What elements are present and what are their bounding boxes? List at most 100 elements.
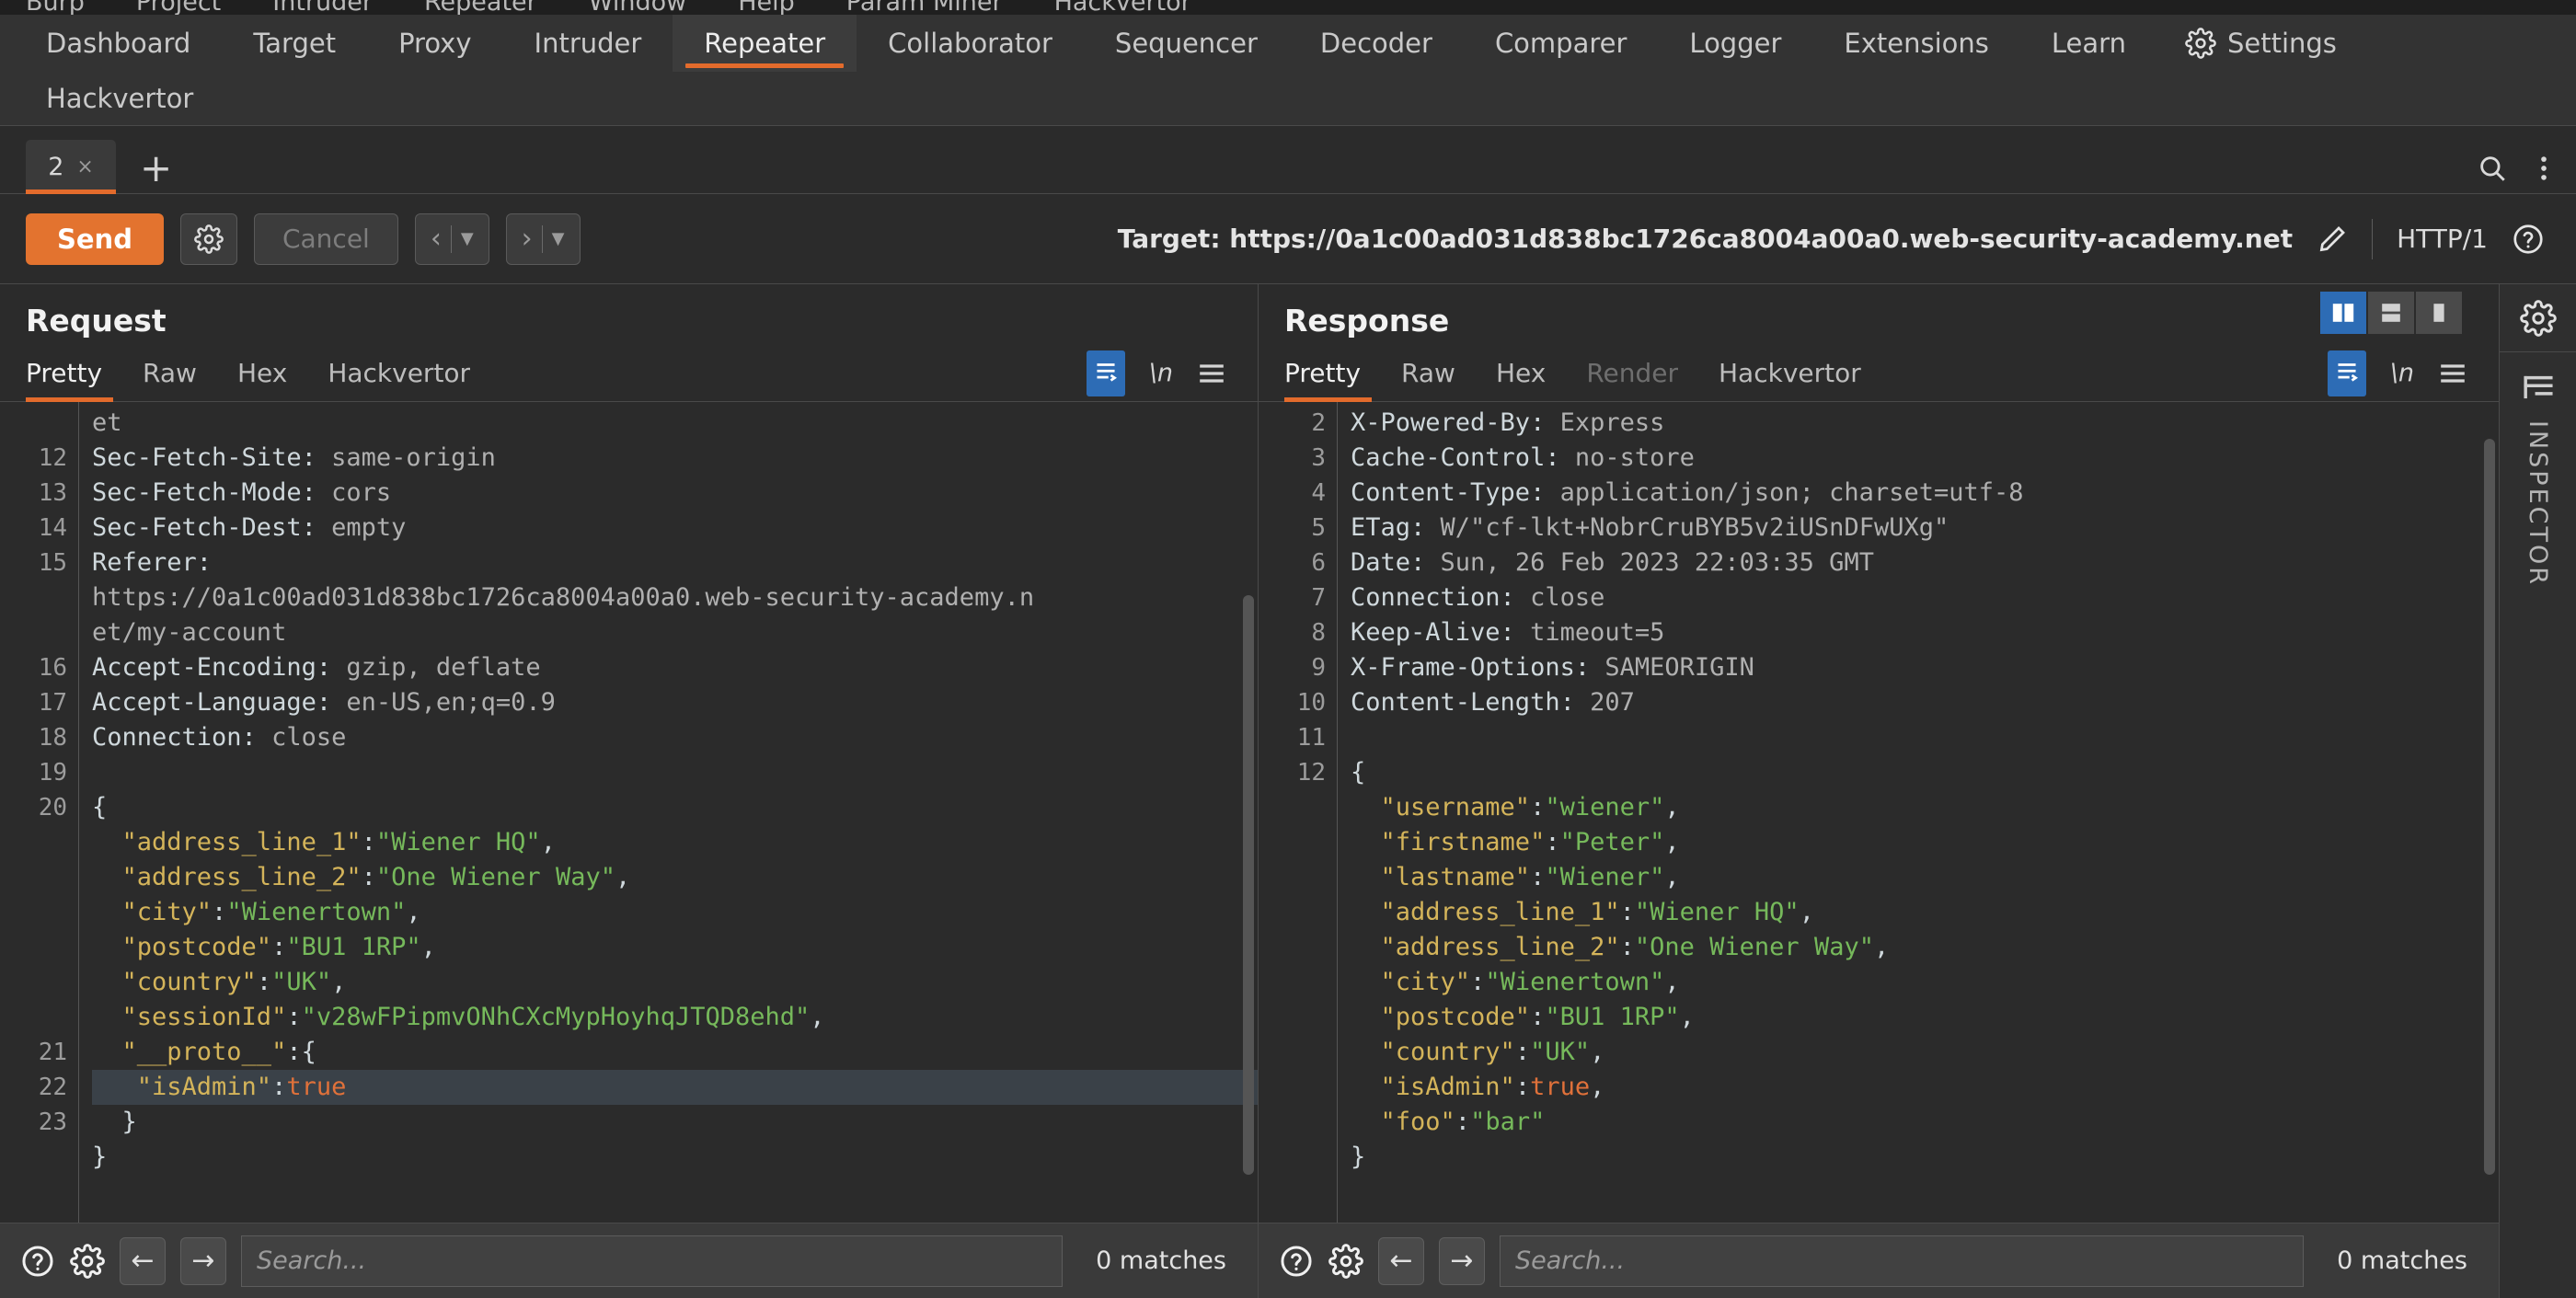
code-line[interactable]: Content-Length: 207 (1351, 685, 2499, 720)
response-search-input[interactable]: Search... (1500, 1235, 2305, 1287)
code-line[interactable]: Sec-Fetch-Dest: empty (92, 511, 1258, 546)
repeater-tab-2[interactable]: 2 × (26, 140, 116, 194)
menu-item-window[interactable]: Window (589, 0, 686, 15)
request-tab-hackvertor[interactable]: Hackvertor (307, 345, 490, 402)
menu-item-project[interactable]: Project (136, 0, 221, 15)
request-code[interactable]: et Sec-Fetch-Site: same-origin Sec-Fetch-M… (79, 402, 1258, 1223)
code-line[interactable]: Date: Sun, 26 Feb 2023 22:03:35 GMT (1351, 546, 2499, 580)
code-line[interactable]: "country":"UK", (92, 965, 1258, 1000)
code-line[interactable]: "country":"UK", (1351, 1035, 2499, 1070)
send-button[interactable]: Send (26, 213, 164, 265)
code-line[interactable]: https://0a1c00ad031d838bc1726ca8004a00a0… (92, 580, 1258, 615)
response-editor[interactable]: 2 3 4 5 6 7 8 9 10 11 12 X-Powered-By: Express Cach… (1259, 402, 2499, 1223)
arrow-right-icon[interactable]: → (180, 1236, 226, 1285)
menu-item-hackvertor[interactable]: Hackvertor (1054, 0, 1191, 15)
code-line[interactable]: Connection: close (92, 720, 1258, 755)
tab-sequencer[interactable]: Sequencer (1084, 15, 1289, 72)
single-pane-icon[interactable] (2416, 292, 2462, 334)
code-line[interactable]: } (92, 1140, 1258, 1175)
kebab-menu-icon[interactable] (2539, 153, 2548, 184)
response-tab-hex[interactable]: Hex (1476, 345, 1566, 402)
search-icon[interactable] (2477, 153, 2508, 184)
code-line[interactable]: { (92, 790, 1258, 825)
code-line[interactable]: "firstname":"Peter", (1351, 825, 2499, 860)
code-line[interactable]: "postcode":"BU1 1RP", (92, 930, 1258, 965)
cancel-button[interactable]: Cancel (253, 213, 398, 265)
code-line[interactable]: X-Powered-By: Express (1351, 406, 2499, 441)
code-line[interactable]: Connection: close (1351, 580, 2499, 615)
protocol-label[interactable]: HTTP/1 (2397, 224, 2488, 254)
code-line[interactable]: } (1351, 1140, 2499, 1175)
tab-comparer[interactable]: Comparer (1464, 15, 1658, 72)
tab-collaborator[interactable]: Collaborator (857, 15, 1084, 72)
caret-down-icon[interactable]: ▼ (552, 229, 565, 248)
tab-repeater[interactable]: Repeater (673, 15, 857, 72)
word-wrap-icon[interactable] (1086, 350, 1125, 396)
code-line[interactable]: Sec-Fetch-Site: same-origin (92, 441, 1258, 476)
code-line[interactable]: } (92, 1105, 1258, 1140)
arrow-left-icon[interactable]: ← (1378, 1236, 1424, 1285)
menu-item-help[interactable]: Help (738, 0, 795, 15)
response-tab-raw[interactable]: Raw (1381, 345, 1476, 402)
code-line[interactable]: "isAdmin":true, (1351, 1070, 2499, 1105)
response-scrollbar[interactable] (2484, 439, 2495, 1175)
tab-settings[interactable]: Settings (2157, 15, 2361, 72)
code-line[interactable]: et (92, 406, 1258, 441)
code-line[interactable]: "address_line_2":"One Wiener Way", (1351, 930, 2499, 965)
word-wrap-icon[interactable] (2327, 350, 2366, 396)
response-code[interactable]: X-Powered-By: Express Cache-Control: no-s… (1338, 402, 2499, 1223)
hamburger-menu-icon[interactable] (1197, 362, 1226, 385)
code-line[interactable]: "address_line_1":"Wiener HQ", (92, 825, 1258, 860)
newline-toggle[interactable]: \n (2390, 359, 2414, 387)
code-line[interactable]: ETag: W/"cf-lkt+NobrCruBYB5v2iUSnDFwUXg" (1351, 511, 2499, 546)
request-tab-raw[interactable]: Raw (122, 345, 217, 402)
menu-item-burp[interactable]: Burp (26, 0, 85, 15)
menu-item-intruder[interactable]: Intruder (272, 0, 373, 15)
inspector-settings-button[interactable] (2500, 284, 2576, 352)
code-line[interactable]: "__proto__":{ (92, 1035, 1258, 1070)
close-icon[interactable]: × (76, 155, 93, 178)
pencil-icon[interactable] (2317, 224, 2348, 255)
code-line[interactable]: et/my-account (92, 615, 1258, 650)
code-line[interactable]: Keep-Alive: timeout=5 (1351, 615, 2499, 650)
newline-toggle[interactable]: \n (1149, 359, 1173, 387)
code-line[interactable]: Content-Type: application/json; charset=… (1351, 476, 2499, 511)
code-line[interactable]: Sec-Fetch-Mode: cors (92, 476, 1258, 511)
forward-button[interactable]: › ▼ (505, 213, 581, 265)
code-line[interactable]: Cache-Control: no-store (1351, 441, 2499, 476)
tab-decoder[interactable]: Decoder (1289, 15, 1464, 72)
code-line[interactable]: Accept-Encoding: gzip, deflate (92, 650, 1258, 685)
inspector-panel-icon[interactable] (2521, 352, 2556, 415)
code-line[interactable]: Accept-Language: en-US,en;q=0.9 (92, 685, 1258, 720)
tab-logger[interactable]: Logger (1658, 15, 1812, 72)
menu-item-repeater[interactable]: Repeater (424, 0, 537, 15)
code-line[interactable]: "city":"Wienertown", (1351, 965, 2499, 1000)
response-tab-hackvertor[interactable]: Hackvertor (1698, 345, 1881, 402)
code-line[interactable]: "city":"Wienertown", (92, 895, 1258, 930)
tab-learn[interactable]: Learn (2020, 15, 2157, 72)
code-line[interactable]: "lastname":"Wiener", (1351, 860, 2499, 895)
question-circle-icon[interactable] (1279, 1244, 1314, 1279)
tab-hackvertor[interactable]: Hackvertor (15, 72, 224, 125)
code-line[interactable]: { (1351, 755, 2499, 790)
request-search-input[interactable]: Search... (241, 1235, 1064, 1287)
question-circle-icon[interactable] (2512, 223, 2545, 256)
code-line[interactable] (1351, 720, 2499, 755)
menu-item-param-miner[interactable]: Param Miner (846, 0, 1003, 15)
code-line[interactable] (92, 755, 1258, 790)
split-horizontal-icon[interactable] (2368, 292, 2414, 334)
arrow-left-icon[interactable]: ← (120, 1236, 166, 1285)
send-settings-button[interactable] (179, 213, 237, 265)
request-editor[interactable]: 12 13 14 15 16 17 18 19 20 21 22 23 et Sec-Fetch-S… (0, 402, 1258, 1223)
code-line[interactable]: "sessionId":"v28wFPipmvONhCXcMypHoyhqJTQ… (92, 1000, 1258, 1035)
tab-extensions[interactable]: Extensions (1812, 15, 2019, 72)
tab-target[interactable]: Target (222, 15, 367, 72)
code-line[interactable]: "username":"wiener", (1351, 790, 2499, 825)
tab-dashboard[interactable]: Dashboard (15, 15, 222, 72)
gear-icon[interactable] (1328, 1243, 1363, 1279)
tab-proxy[interactable]: Proxy (367, 15, 502, 72)
code-line[interactable]: "isAdmin":true (92, 1070, 1258, 1105)
split-vertical-icon[interactable] (2320, 292, 2366, 334)
request-scrollbar[interactable] (1243, 595, 1254, 1175)
request-tab-pretty[interactable]: Pretty (26, 345, 122, 402)
